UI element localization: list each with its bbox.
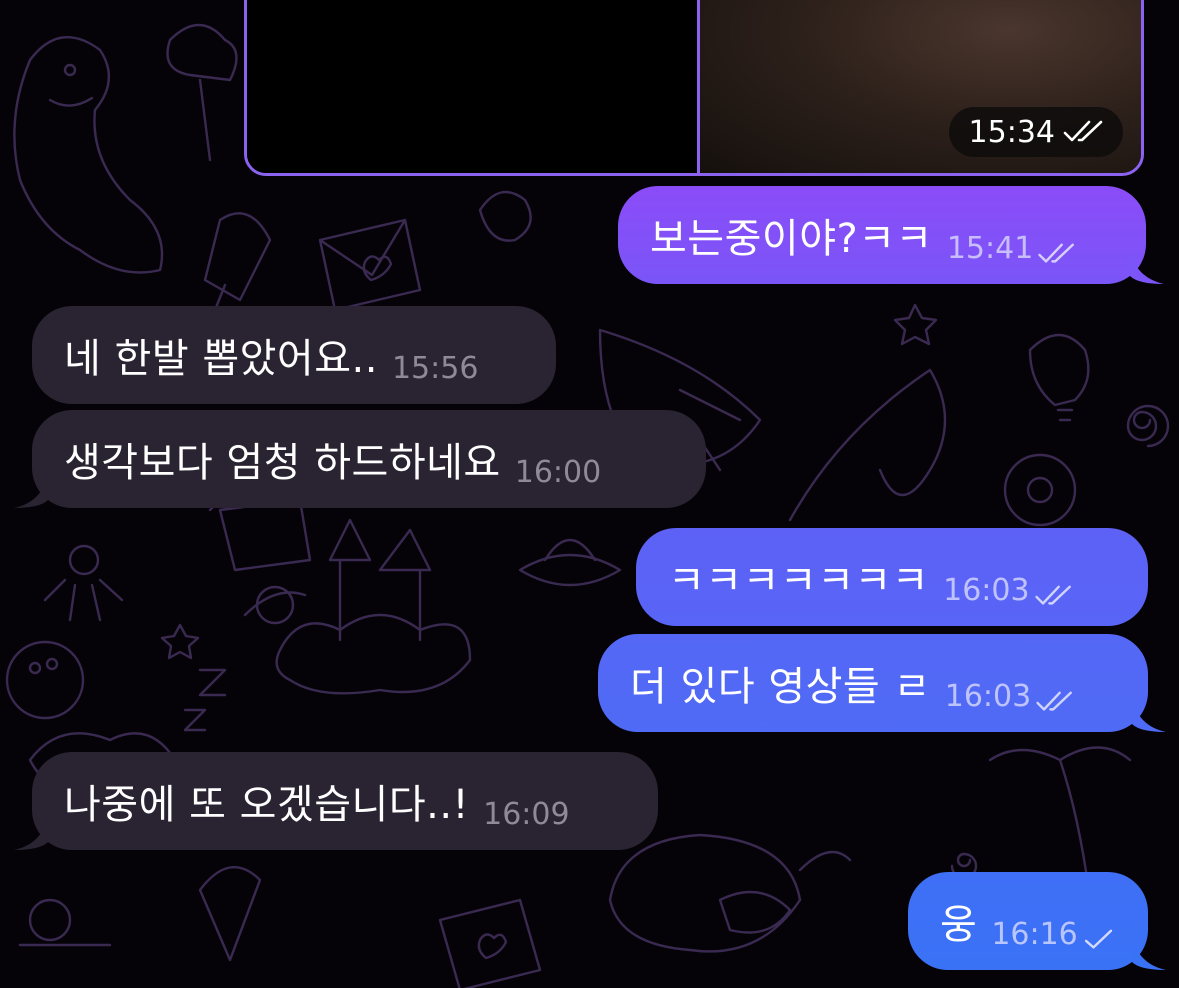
message-incoming[interactable]: 생각보다 엄청 하드하네요 16:00: [14, 410, 706, 508]
read-double-check-icon: [1035, 690, 1077, 714]
message-text: 웅: [940, 902, 978, 948]
bubble-tail: [1132, 698, 1166, 732]
message-outgoing[interactable]: 웅 16:16: [908, 872, 1166, 970]
message-time: 16:03: [943, 573, 1030, 608]
message-incoming[interactable]: 나중에 또 오겠습니다..! 16:09: [14, 752, 658, 850]
bubble-tail: [1132, 936, 1166, 970]
message-meta: 16:16: [991, 917, 1115, 952]
message-meta: 16:09: [483, 797, 569, 832]
media-time: 15:34: [968, 114, 1055, 150]
message-meta: 16:00: [515, 455, 601, 490]
message-time: 16:09: [483, 797, 570, 832]
message-text: 더 있다 영상들 ㄹ: [630, 664, 931, 710]
message-outgoing[interactable]: 더 있다 영상들 ㄹ 16:03: [598, 634, 1166, 732]
read-double-check-icon: [1037, 242, 1079, 266]
message-meta: 15:41: [947, 231, 1079, 266]
message-text: 네 한발 뽑았어요..: [64, 336, 378, 382]
message-text: ㅋㅋㅋㅋㅋㅋㅋ: [668, 558, 930, 604]
message-time: 16:16: [991, 917, 1078, 952]
message-text: 보는중이야?ㅋㅋ: [650, 216, 933, 262]
media-timestamp: 15:34: [948, 107, 1123, 157]
message-meta: 15:56: [392, 351, 478, 386]
bubble-tail: [14, 474, 48, 508]
sent-check-icon: [1082, 928, 1116, 952]
bubble-tail: [1130, 250, 1164, 284]
message-incoming[interactable]: 네 한발 뽑았어요.. 15:56: [32, 306, 556, 404]
message-time: 16:03: [944, 679, 1032, 714]
message-time: 15:56: [391, 351, 479, 386]
message-text: 나중에 또 오겠습니다..!: [64, 782, 470, 828]
message-meta: 16:03: [945, 679, 1077, 714]
read-double-check-icon: [1063, 119, 1107, 145]
media-message[interactable]: 15:34: [244, 0, 1144, 176]
message-time: 15:41: [946, 231, 1034, 266]
message-time: 16:00: [514, 455, 602, 490]
message-outgoing[interactable]: ㅋㅋㅋㅋㅋㅋㅋ 16:03: [636, 528, 1148, 626]
media-thumbnail-left[interactable]: [247, 0, 697, 173]
bubble-tail: [14, 816, 48, 850]
message-text: 생각보다 엄청 하드하네요: [64, 440, 501, 486]
read-double-check-icon: [1034, 584, 1076, 608]
message-outgoing[interactable]: 보는중이야?ㅋㅋ 15:41: [618, 186, 1164, 284]
message-meta: 16:03: [943, 573, 1075, 608]
